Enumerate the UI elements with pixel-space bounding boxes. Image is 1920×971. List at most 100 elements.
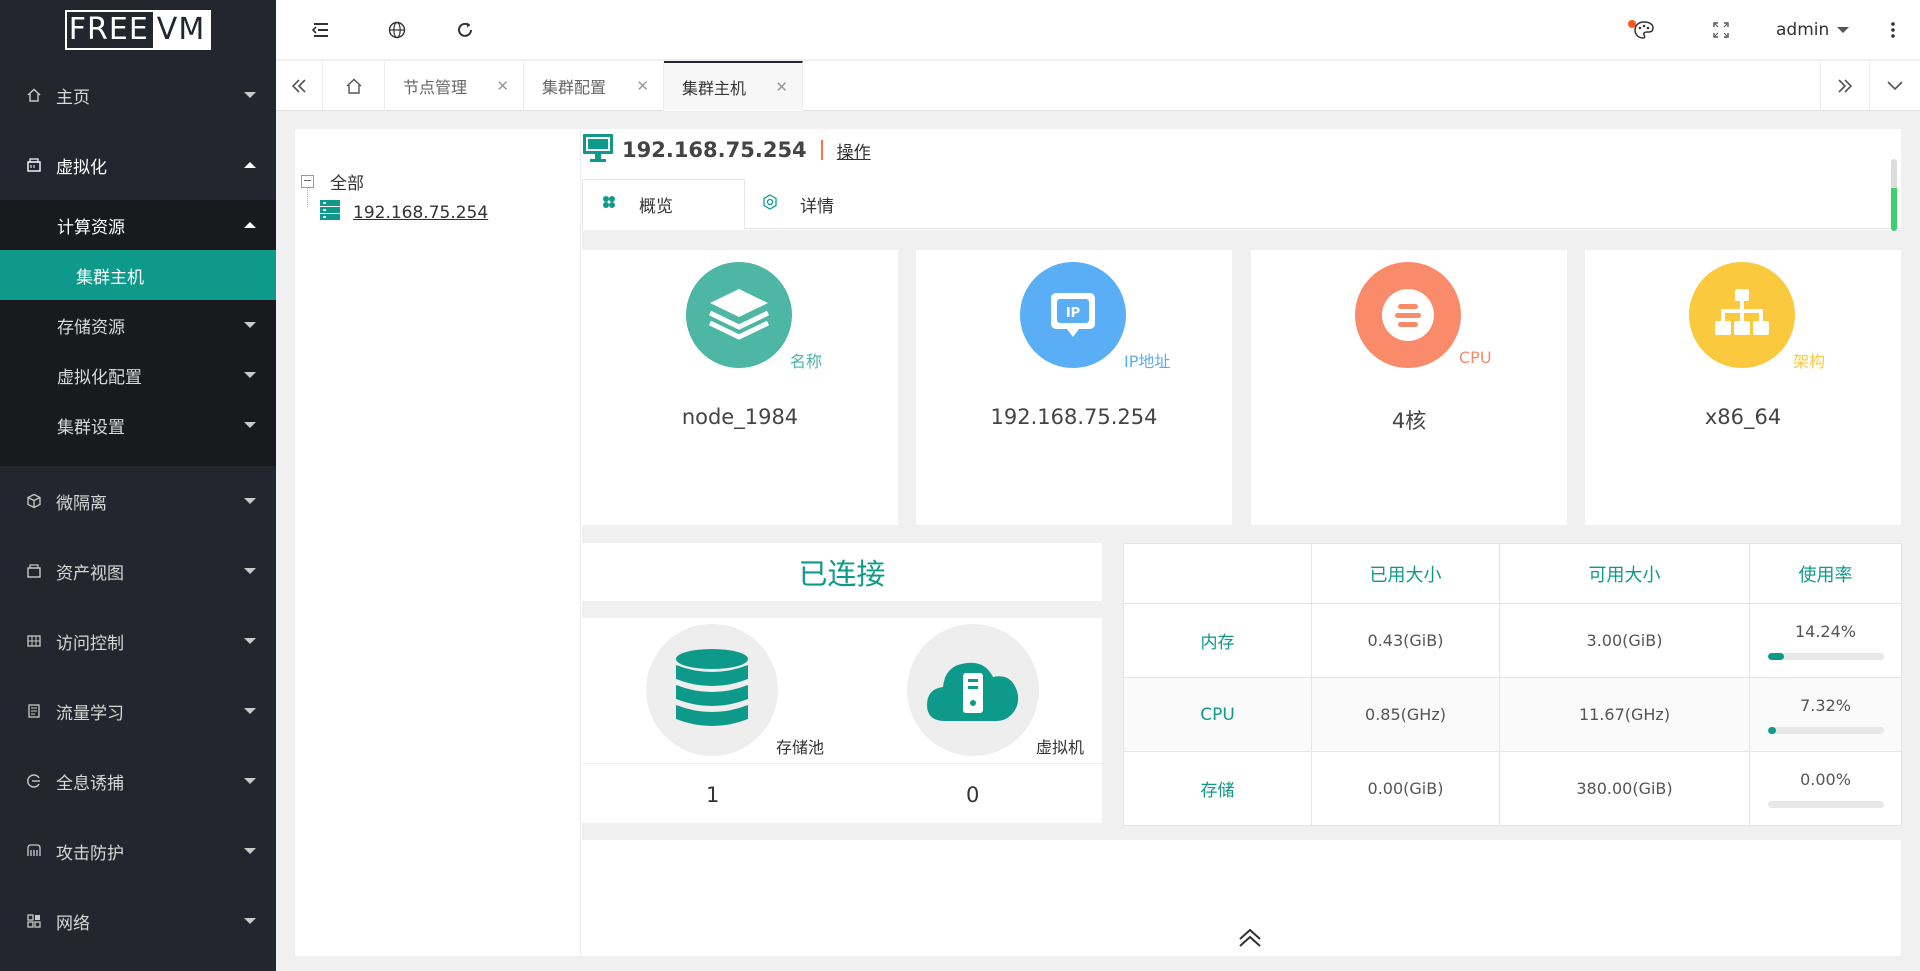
divider <box>582 763 1102 764</box>
caret-up-icon <box>244 162 256 168</box>
refresh-icon[interactable] <box>450 0 480 60</box>
usage-progress-bar <box>1767 800 1884 808</box>
caret-down-icon <box>244 638 256 644</box>
logo-text-free: FREE <box>68 12 149 47</box>
fullscreen-icon[interactable] <box>1706 0 1736 60</box>
logo[interactable]: FREE VM <box>0 0 276 60</box>
table-row: 内存 0.43(GiB) 3.00(GiB) 14.24% <box>1123 603 1902 678</box>
tabs-dropdown-icon[interactable] <box>1870 61 1920 111</box>
tree-connector <box>307 187 308 207</box>
card-label: IP地址 <box>1124 352 1171 371</box>
card-value: x86_64 <box>1704 405 1782 429</box>
caret-down-icon <box>244 372 256 378</box>
caret-down-icon <box>244 322 256 328</box>
sidebar-item-cluster-host[interactable]: 集群主机 <box>0 250 276 300</box>
sidebar-item-label: 虚拟化 <box>56 157 107 178</box>
asset-icon <box>26 563 42 579</box>
database-icon[interactable] <box>646 624 778 756</box>
close-icon[interactable]: ✕ <box>775 78 788 96</box>
row-name: CPU <box>1123 677 1312 752</box>
sidebar-item-access[interactable]: 访问控制 <box>0 606 276 676</box>
sidebar-item-label: 网络 <box>56 913 90 934</box>
tab-home-icon[interactable] <box>323 61 385 111</box>
sidebar-item-label: 计算资源 <box>57 217 125 238</box>
usage-progress-bar <box>1767 726 1884 734</box>
column-header: 可用大小 <box>1499 543 1750 604</box>
sidebar-item-compute[interactable]: 计算资源 <box>0 200 276 250</box>
operation-link[interactable]: 操作 <box>837 138 871 163</box>
top-header: admin <box>276 0 1920 60</box>
overview-body: 名称 node_1984 IP IP地址 192.168.75.254 CPU … <box>582 230 1902 956</box>
tabs-scroll-right-icon[interactable] <box>1820 61 1870 111</box>
resource-label: 虚拟机 <box>1036 738 1085 757</box>
card-value: 4核 <box>1391 409 1427 433</box>
card-label: 名称 <box>790 352 823 371</box>
row-name: 存储 <box>1123 751 1312 826</box>
column-header: 已用大小 <box>1311 543 1500 604</box>
progress-fill <box>1767 726 1776 734</box>
sidebar-item-home[interactable]: 主页 <box>0 60 276 130</box>
close-icon[interactable]: ✕ <box>496 77 509 95</box>
user-menu[interactable]: admin <box>1776 0 1886 60</box>
logo-text-vm: VM <box>152 12 210 48</box>
used-size: 0.85(GHz) <box>1311 677 1500 752</box>
caret-down-icon <box>244 568 256 574</box>
tree-node-label: 192.168.75.254 <box>353 202 489 223</box>
sidebar-item-label: 资产视图 <box>56 563 124 584</box>
hierarchy-icon <box>1689 262 1795 368</box>
compute-submenu: 集群主机 <box>0 250 276 300</box>
sidebar-item-label: 流量学习 <box>56 703 124 724</box>
sidebar-item-label: 主页 <box>56 87 90 108</box>
tab-label: 概览 <box>639 197 673 217</box>
usage-rate: 7.32% <box>1800 695 1851 715</box>
sidebar-item-defense[interactable]: 攻击防护 <box>0 816 276 886</box>
cloud-server-icon[interactable] <box>907 624 1039 756</box>
tab-cluster-host[interactable]: 集群主机 ✕ <box>664 61 803 111</box>
sidebar-item-network[interactable]: 网络 <box>0 886 276 956</box>
info-card-name: 名称 node_1984 <box>582 250 898 525</box>
menu-toggle-icon[interactable] <box>306 0 336 60</box>
monitor-icon <box>582 132 614 168</box>
close-icon[interactable]: ✕ <box>636 77 649 95</box>
host-tree: − 全部 192.168.75.254 <box>295 129 581 956</box>
tab-overview[interactable]: 概览 <box>582 179 745 230</box>
usage-rate: 0.00% <box>1800 769 1851 789</box>
tab-details[interactable]: 详情 <box>762 179 882 230</box>
sidebar-item-label: 攻击防护 <box>56 843 124 864</box>
tabs-scroll-left-icon[interactable] <box>276 61 323 111</box>
tabs-bar: 节点管理 ✕ 集群配置 ✕ 集群主机 ✕ <box>276 60 1920 111</box>
tab-node-management[interactable]: 节点管理 ✕ <box>385 61 524 111</box>
back-to-top-icon[interactable] <box>1237 928 1263 952</box>
globe-icon[interactable] <box>382 0 412 60</box>
more-vertical-icon[interactable] <box>1878 0 1908 60</box>
card-value: 192.168.75.254 <box>990 405 1158 429</box>
sidebar-item-storage[interactable]: 存储资源 <box>0 300 276 350</box>
sidebar-item-cluster-settings[interactable]: 集群设置 <box>0 400 276 450</box>
sidebar-item-label: 集群主机 <box>76 267 144 288</box>
tab-cluster-config[interactable]: 集群配置 ✕ <box>524 61 664 111</box>
virtualization-submenu: 计算资源 集群主机 存储资源 虚拟化配置 集群设置 <box>0 200 276 466</box>
tab-label: 详情 <box>800 197 834 217</box>
sidebar-item-assets[interactable]: 资产视图 <box>0 536 276 606</box>
virtualization-icon <box>26 157 42 173</box>
sidebar-item-honeypot[interactable]: 全息诱捕 <box>0 746 276 816</box>
sidebar-item-traffic[interactable]: 流量学习 <box>0 676 276 746</box>
column-header: 使用率 <box>1749 543 1902 604</box>
sidebar-item-microseg[interactable]: 微隔离 <box>0 466 276 536</box>
cpu-icon <box>1355 262 1461 368</box>
theme-palette-icon[interactable] <box>1626 0 1662 60</box>
progress-fill <box>1767 652 1785 660</box>
tree-node-host[interactable]: 192.168.75.254 <box>319 199 488 226</box>
caret-down-icon <box>244 422 256 428</box>
scrollbar[interactable] <box>1891 159 1897 231</box>
resource-count: 0 <box>966 783 980 807</box>
connection-status: 已连接 <box>582 543 1102 601</box>
available-size: 380.00(GiB) <box>1499 751 1750 826</box>
usage-rate-cell: 14.24% <box>1749 603 1902 678</box>
divider <box>820 140 823 160</box>
tree-root[interactable]: − 全部 <box>301 169 364 194</box>
sidebar-item-virt-config[interactable]: 虚拟化配置 <box>0 350 276 400</box>
host-detail: 192.168.75.254 操作 概览 详情 名称 node_1984 IP … <box>582 129 1902 956</box>
sidebar-item-label: 全息诱捕 <box>56 773 124 794</box>
sidebar-item-virtualization[interactable]: 虚拟化 <box>0 130 276 200</box>
